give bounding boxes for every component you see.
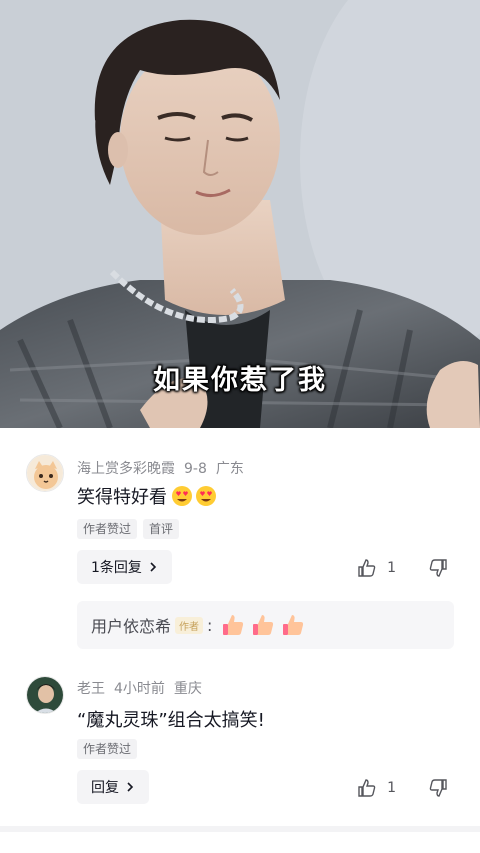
sub-reply-separator: : [207,615,213,635]
comment-text: 笑得特好看 [77,483,217,509]
avatar[interactable] [26,454,64,492]
like-count: 1 [387,560,396,576]
author-badge: 作者 [175,616,204,634]
first-comment-tag: 首评 [143,519,180,539]
portrait-avatar-icon [27,677,63,713]
comment-actions: 1 [357,778,448,798]
comment-actions: 1 [357,558,448,578]
comment-tags: 作者赞过 首评 [77,519,180,539]
reply-button[interactable]: 回复 [77,770,149,804]
video-subtitle: 如果你惹了我 [153,365,327,396]
author-liked-tag: 作者赞过 [77,739,138,759]
author-liked-tag: 作者赞过 [77,519,138,539]
comment-text-body: “魔丸灵珠”组合太搞笑! [77,710,265,731]
comment-meta: 海上赏多彩晚霞 9-8 广东 [77,458,253,478]
comment-location: 广东 [215,461,244,477]
thumbs-up-emoji-icon [223,615,244,635]
divider [0,826,480,832]
video-player[interactable]: 如果你惹了我 [0,0,480,428]
sub-reply-emojis [220,612,306,638]
chevron-right-icon [127,782,134,792]
thumbs-up-icon[interactable] [357,778,377,798]
thumbs-down-icon[interactable] [428,778,448,798]
comment-tags: 作者赞过 [77,739,138,759]
view-replies-label: 1条回复 [91,560,142,576]
comment-username[interactable]: 老王 [77,681,105,697]
thumbs-down-icon[interactable] [428,558,448,578]
comment-text-body: 笑得特好看 [77,487,167,508]
like-count: 1 [387,780,396,796]
sub-reply-preview[interactable]: 用户依恋希 作者 : [77,601,454,649]
thumbs-up-emoji-icon [283,615,304,635]
thumbs-up-icon[interactable] [357,558,377,578]
sub-reply-username[interactable]: 用户依恋希 [91,613,171,637]
comment-date: 4小时前 [114,681,165,697]
cat-avatar-icon [27,455,63,491]
avatar[interactable] [26,676,64,714]
comment-username[interactable]: 海上赏多彩晚霞 [77,461,175,477]
comment-item: 老王 4小时前 重庆 “魔丸灵珠”组合太搞笑! 作者赞过 回复 1 [0,658,480,826]
comment-text: “魔丸灵珠”组合太搞笑! [77,706,265,732]
heart-eyes-emoji-icon [196,486,216,506]
view-replies-button[interactable]: 1条回复 [77,550,172,584]
chevron-right-icon [150,562,157,572]
comment-item: 海上赏多彩晚霞 9-8 广东 笑得特好看 作者赞过 首评 1条回复 1 用户依恋… [0,428,480,658]
comment-meta: 老王 4小时前 重庆 [77,678,211,698]
heart-eyes-emoji-icon [172,486,192,506]
comment-date: 9-8 [184,461,207,477]
reply-label: 回复 [91,780,119,796]
comment-location: 重庆 [173,681,202,697]
thumbs-up-emoji-icon [253,615,274,635]
